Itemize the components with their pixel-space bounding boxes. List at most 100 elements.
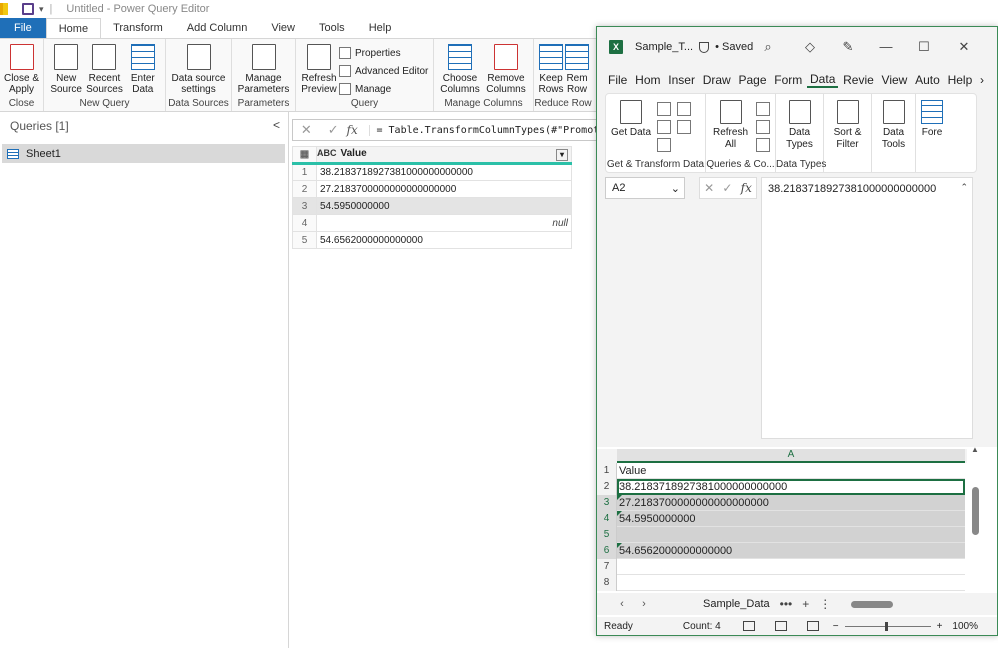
collapse-pane-icon[interactable]: < bbox=[273, 118, 280, 132]
confirm-formula-icon[interactable]: ✓ bbox=[320, 122, 347, 138]
zoom-in-icon[interactable]: + bbox=[937, 621, 943, 632]
options-icon[interactable]: ⋮ bbox=[819, 597, 831, 611]
status-count[interactable]: Count: 4 bbox=[683, 621, 721, 632]
xl-tab-draw[interactable]: Draw bbox=[700, 73, 734, 87]
properties-icon bbox=[339, 47, 351, 59]
sheet-tab-sample-data[interactable]: Sample_Data bbox=[703, 598, 770, 610]
forecast-button[interactable]: Fore bbox=[918, 96, 946, 172]
zoom-slider[interactable] bbox=[844, 621, 931, 631]
data-tools-button[interactable]: Data Tools bbox=[874, 96, 913, 172]
table-row[interactable]: 5 bbox=[597, 527, 967, 543]
search-icon[interactable]: ⌕ bbox=[761, 40, 775, 54]
formula-input[interactable]: 38.2183718927381000000000000 ⌃ bbox=[761, 177, 973, 439]
scroll-thumb[interactable] bbox=[972, 487, 979, 535]
maximize-icon[interactable]: ☐ bbox=[917, 40, 931, 54]
tab-home[interactable]: Home bbox=[45, 18, 102, 38]
tab-view[interactable]: View bbox=[259, 18, 307, 38]
sensitivity-icon[interactable] bbox=[699, 41, 710, 53]
table-row[interactable]: 3 54.5950000000 bbox=[292, 197, 572, 215]
vertical-scrollbar[interactable]: ▲ ▼ bbox=[969, 445, 983, 617]
xl-tab-help[interactable]: Help bbox=[945, 73, 975, 87]
cancel-formula-icon[interactable]: ✕ bbox=[293, 122, 320, 138]
h-scroll-thumb[interactable] bbox=[851, 601, 894, 608]
xl-tab-review[interactable]: Revie bbox=[840, 73, 876, 87]
edit-links-icon[interactable] bbox=[756, 138, 770, 152]
xl-tab-home[interactable]: Hom bbox=[632, 73, 663, 87]
page-layout-icon[interactable] bbox=[774, 621, 787, 631]
enter-icon[interactable]: ✓ bbox=[722, 181, 732, 195]
xl-tab-page[interactable]: Page bbox=[735, 73, 769, 87]
table-row[interactable]: 4 null bbox=[292, 214, 572, 232]
from-table-icon[interactable] bbox=[657, 138, 672, 152]
tab-tools[interactable]: Tools bbox=[307, 18, 357, 38]
advanced-editor-button[interactable]: Advanced Editor bbox=[339, 62, 428, 80]
minimize-icon[interactable]: — bbox=[879, 40, 893, 54]
name-box[interactable]: A2 ⌄ bbox=[605, 177, 685, 199]
manage-button[interactable]: Manage bbox=[339, 80, 428, 98]
table-row[interactable]: 4 54.5950000000 bbox=[597, 511, 967, 527]
scroll-up-icon[interactable]: ▲ bbox=[971, 445, 979, 454]
diamond-icon[interactable]: ◇ bbox=[803, 40, 817, 54]
chevron-down-icon[interactable]: ⌄ bbox=[671, 182, 680, 195]
column-header-a[interactable]: A bbox=[617, 449, 965, 463]
table-row[interactable]: 5 54.6562000000000000 bbox=[292, 231, 572, 249]
tab-add-column[interactable]: Add Column bbox=[175, 18, 260, 38]
tab-file[interactable]: File bbox=[0, 18, 46, 38]
filter-icon bbox=[836, 100, 859, 124]
recent-sources-icon bbox=[92, 44, 117, 70]
error-indicator-icon bbox=[617, 511, 622, 516]
table-row[interactable]: 2 27.2183700000000000000000 bbox=[292, 180, 572, 198]
close-icon[interactable]: ✕ bbox=[957, 40, 971, 54]
xl-tab-insert[interactable]: Inser bbox=[665, 73, 697, 87]
collapse-formula-icon[interactable]: ⌃ bbox=[960, 182, 968, 193]
xl-tab-automate[interactable]: Auto bbox=[912, 73, 942, 87]
table-menu-icon[interactable]: ▦ bbox=[292, 146, 317, 165]
query-item-sheet1[interactable]: Sheet1 bbox=[2, 144, 285, 163]
next-sheet-icon[interactable]: › bbox=[633, 598, 655, 610]
tab-help[interactable]: Help bbox=[357, 18, 404, 38]
zoom-out-icon[interactable]: − bbox=[833, 621, 839, 632]
table-row[interactable]: 2 38.2183718927381000000000000 bbox=[597, 479, 967, 495]
excel-formula-bar: A2 ⌄ ✕ ✓ fx 38.2183718927381000000000000… bbox=[605, 177, 977, 443]
pen-icon[interactable]: ✎ bbox=[841, 40, 855, 54]
xl-tab-data[interactable]: Data bbox=[807, 72, 839, 88]
tabs-more-icon[interactable]: › bbox=[977, 73, 987, 87]
sort-filter-button[interactable]: Sort & Filter bbox=[826, 96, 869, 172]
xl-tab-file[interactable]: File bbox=[605, 73, 630, 87]
table-row[interactable]: 6 54.6562000000000000 bbox=[597, 543, 967, 559]
normal-view-icon[interactable] bbox=[742, 621, 755, 631]
manage-parameters-icon bbox=[251, 44, 276, 70]
properties-button[interactable]: Properties bbox=[339, 44, 428, 62]
xl-tab-view[interactable]: View bbox=[879, 73, 911, 87]
existing-connections-icon[interactable] bbox=[677, 120, 692, 134]
pq-formula-input[interactable]: = Table.TransformColumnTypes(#"Promoted bbox=[369, 124, 601, 136]
column-header-value[interactable]: ABC Value ▾ bbox=[316, 146, 572, 165]
excel-filename[interactable]: Sample_T... bbox=[635, 41, 693, 53]
more-sheets-icon[interactable]: ••• bbox=[780, 597, 793, 611]
table-row[interactable]: 1 Value bbox=[597, 463, 967, 479]
tab-transform[interactable]: Transform bbox=[101, 18, 175, 38]
page-break-icon[interactable] bbox=[806, 621, 819, 631]
properties-icon[interactable] bbox=[756, 120, 770, 134]
queries-connections-icon[interactable] bbox=[756, 102, 770, 116]
save-icon[interactable] bbox=[22, 3, 34, 15]
table-row[interactable]: 3 27.2183700000000000000000 bbox=[597, 495, 967, 511]
cancel-icon[interactable]: ✕ bbox=[704, 181, 714, 195]
column-type-icon[interactable]: ABC bbox=[317, 148, 337, 158]
xl-tab-formulas[interactable]: Form bbox=[771, 73, 805, 87]
table-row[interactable]: 1 38.2183718927381000000000000 bbox=[292, 163, 572, 181]
prev-sheet-icon[interactable]: ‹ bbox=[611, 598, 633, 610]
from-web-icon[interactable] bbox=[657, 120, 672, 134]
from-text-icon[interactable] bbox=[657, 102, 672, 116]
quick-access-dropdown-icon[interactable]: ▾ bbox=[39, 4, 44, 15]
recent-sources-icon[interactable] bbox=[677, 102, 692, 116]
add-sheet-icon[interactable]: + bbox=[802, 597, 809, 611]
column-filter-dropdown-icon[interactable]: ▾ bbox=[556, 149, 568, 161]
select-all-corner[interactable] bbox=[597, 449, 617, 463]
table-row[interactable]: 7 bbox=[597, 559, 967, 575]
insert-function-icon[interactable]: fx bbox=[741, 181, 752, 195]
enter-data-icon bbox=[130, 44, 155, 70]
table-row[interactable]: 8 bbox=[597, 575, 967, 591]
zoom-level[interactable]: 100% bbox=[952, 621, 978, 632]
horizontal-scrollbar[interactable] bbox=[843, 599, 961, 609]
